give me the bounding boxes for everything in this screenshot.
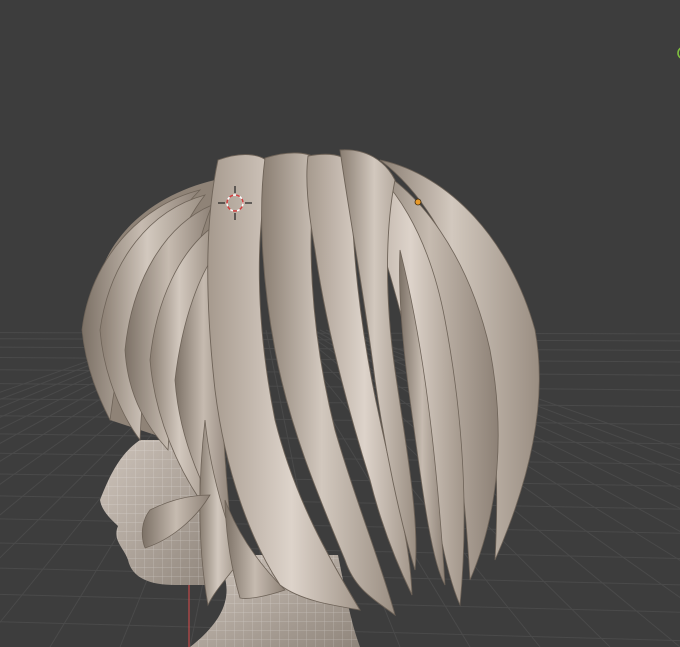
origin-dot-icon[interactable] <box>414 198 422 206</box>
3d-viewport[interactable] <box>0 0 680 647</box>
viewport-canvas[interactable] <box>0 0 680 647</box>
